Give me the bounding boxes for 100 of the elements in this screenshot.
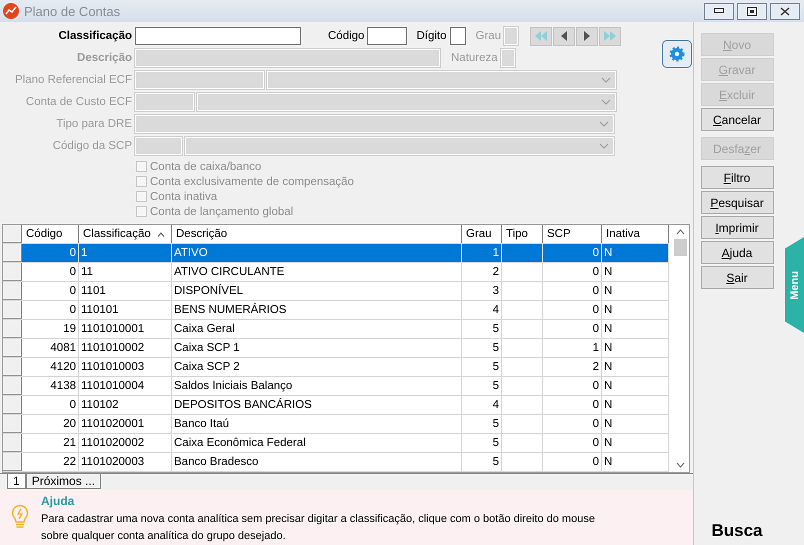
chevron-down-icon: [599, 143, 609, 149]
table-cell: 1101010003: [79, 358, 172, 376]
table-cell: 0: [22, 301, 79, 320]
table-row[interactable]: 4138 1101010004 Saldos Iniciais Balanço 5 0 N: [3, 377, 669, 396]
table-cell: 4: [462, 301, 502, 320]
table-cell: 5: [462, 434, 502, 452]
classification-field[interactable]: [135, 27, 301, 45]
digit-field[interactable]: [450, 27, 466, 45]
table-cell: 1101: [79, 282, 172, 300]
table-cell: 0: [22, 263, 79, 282]
table-cell: N: [602, 358, 669, 376]
settings-button[interactable]: [662, 40, 692, 68]
close-icon: [780, 6, 790, 16]
table-row[interactable]: 0 1101 DISPONÍVEL 3 0 N: [3, 282, 669, 302]
table-cell: 2: [462, 263, 502, 282]
table-row[interactable]: 20 1101020001 Banco Itaú 5 0 N: [3, 415, 669, 434]
column-header[interactable]: SCP: [543, 225, 602, 244]
row-header[interactable]: [3, 358, 22, 376]
table-row[interactable]: 0 110101 BENS NUMERÁRIOS 4 0 N: [3, 301, 669, 320]
previous-record-button[interactable]: [553, 26, 576, 46]
lightbulb-icon: [11, 504, 29, 530]
column-header[interactable]: Grau: [462, 225, 502, 244]
row-header: [3, 225, 22, 244]
table-cell: Caixa Econômica Federal: [172, 434, 462, 452]
row-header[interactable]: [3, 301, 22, 320]
column-header[interactable]: Classificação: [79, 225, 172, 244]
row-header[interactable]: [3, 396, 22, 414]
table-row[interactable]: 4120 1101010003 Caixa SCP 2 5 2 N: [3, 358, 669, 378]
table-row[interactable]: 0 11 ATIVO CIRCULANTE 2 0 N: [3, 263, 669, 282]
page-tab[interactable]: Próximos ...: [26, 474, 102, 490]
table-row[interactable]: 21 1101020002 Caixa Econômica Federal 5 0 N: [3, 434, 669, 454]
table-row[interactable]: 0 1 ATIVO 1 0 N: [3, 244, 669, 264]
table-cell: 0: [22, 396, 79, 414]
table-cell: 4138: [22, 377, 79, 396]
chevron-down-icon: [599, 121, 609, 127]
row-header[interactable]: [3, 434, 22, 452]
action-button[interactable]: Pesquisar: [700, 191, 774, 214]
table-cell: N: [602, 415, 669, 434]
help-title: Ajuda: [41, 494, 76, 508]
gear-icon: [669, 46, 686, 62]
table-cell: 1: [79, 244, 172, 262]
help-text: Para cadastrar uma nova conta analítica sem precisar digitar a classificação, clique com o botão direito do mouse sobre qualquer conta analítica do grupo desejado.: [41, 512, 596, 544]
close-button[interactable]: [770, 2, 800, 20]
checkbox-label: Conta exclusivamente de compensação: [150, 176, 354, 188]
scroll-down-icon[interactable]: [676, 462, 685, 468]
chevron-down-icon: [601, 77, 611, 83]
table-cell: N: [602, 453, 669, 472]
table-cell: DEPOSITOS BANCÁRIOS: [172, 396, 462, 414]
table-cell: 4081: [22, 339, 79, 358]
row-header[interactable]: [3, 282, 22, 300]
page-tab[interactable]: 1: [7, 474, 26, 490]
row-header[interactable]: [3, 415, 22, 434]
column-header[interactable]: Código: [22, 225, 79, 244]
code-field[interactable]: [367, 27, 408, 45]
row-header[interactable]: [3, 320, 22, 338]
table-cell: Caixa SCP 1: [172, 339, 462, 358]
next-record-button[interactable]: [576, 26, 598, 46]
table-cell: 0: [543, 434, 602, 452]
table-cell: 110102: [79, 396, 172, 414]
scroll-thumb[interactable]: [674, 239, 687, 256]
field-label: Classificação: [57, 30, 132, 42]
table-cell: N: [602, 301, 669, 320]
action-button[interactable]: Cancelar: [700, 108, 774, 131]
table-cell: 0: [22, 244, 79, 262]
chart-icon: [3, 3, 19, 19]
table-cell: 1101010001: [79, 320, 172, 338]
table-cell: N: [602, 263, 669, 282]
minimize-button[interactable]: [704, 2, 734, 20]
table-row[interactable]: 0 110102 DEPOSITOS BANCÁRIOS 4 0 N: [3, 396, 669, 416]
row-header[interactable]: [3, 263, 22, 282]
scroll-up-icon[interactable]: [676, 229, 685, 236]
table-cell: 110101: [79, 301, 172, 320]
double-right-arrow-icon: [603, 30, 618, 42]
maximize-button[interactable]: [737, 2, 767, 20]
table-cell: Banco Itaú: [172, 415, 462, 434]
checkbox-label: Conta de caixa/banco: [150, 160, 262, 172]
action-button[interactable]: Ajuda: [700, 241, 774, 264]
row-header[interactable]: [3, 339, 22, 358]
table-cell: 0: [543, 301, 602, 320]
table-cell: BENS NUMERÁRIOS: [172, 301, 462, 320]
table-row[interactable]: 4081 1101010002 Caixa SCP 1 5 1 N: [3, 339, 669, 358]
action-button[interactable]: Sair: [700, 266, 774, 289]
table-cell: Caixa Geral: [172, 320, 462, 338]
table-cell: ATIVO CIRCULANTE: [172, 263, 462, 282]
table-cell: N: [602, 396, 669, 414]
row-header[interactable]: [3, 453, 22, 472]
action-button[interactable]: Filtro: [700, 166, 774, 189]
table-cell: Saldos Iniciais Balanço: [172, 377, 462, 396]
table-row[interactable]: 19 1101010001 Caixa Geral 5 0 N: [3, 320, 669, 340]
row-header[interactable]: [3, 244, 22, 262]
column-header[interactable]: Tipo: [502, 225, 543, 244]
table-cell: 21: [22, 434, 79, 452]
table-row[interactable]: 22 1101020003 Banco Bradesco 5 0 N: [3, 453, 669, 472]
row-header[interactable]: [3, 377, 22, 396]
field-label: Tipo para DRE: [55, 118, 132, 130]
checkbox-label: Conta inativa: [150, 190, 218, 202]
double-left-arrow-icon: [534, 30, 548, 42]
action-button[interactable]: Imprimir: [700, 216, 774, 239]
column-header[interactable]: Inativa: [602, 225, 669, 244]
column-header[interactable]: Descrição: [172, 225, 462, 244]
